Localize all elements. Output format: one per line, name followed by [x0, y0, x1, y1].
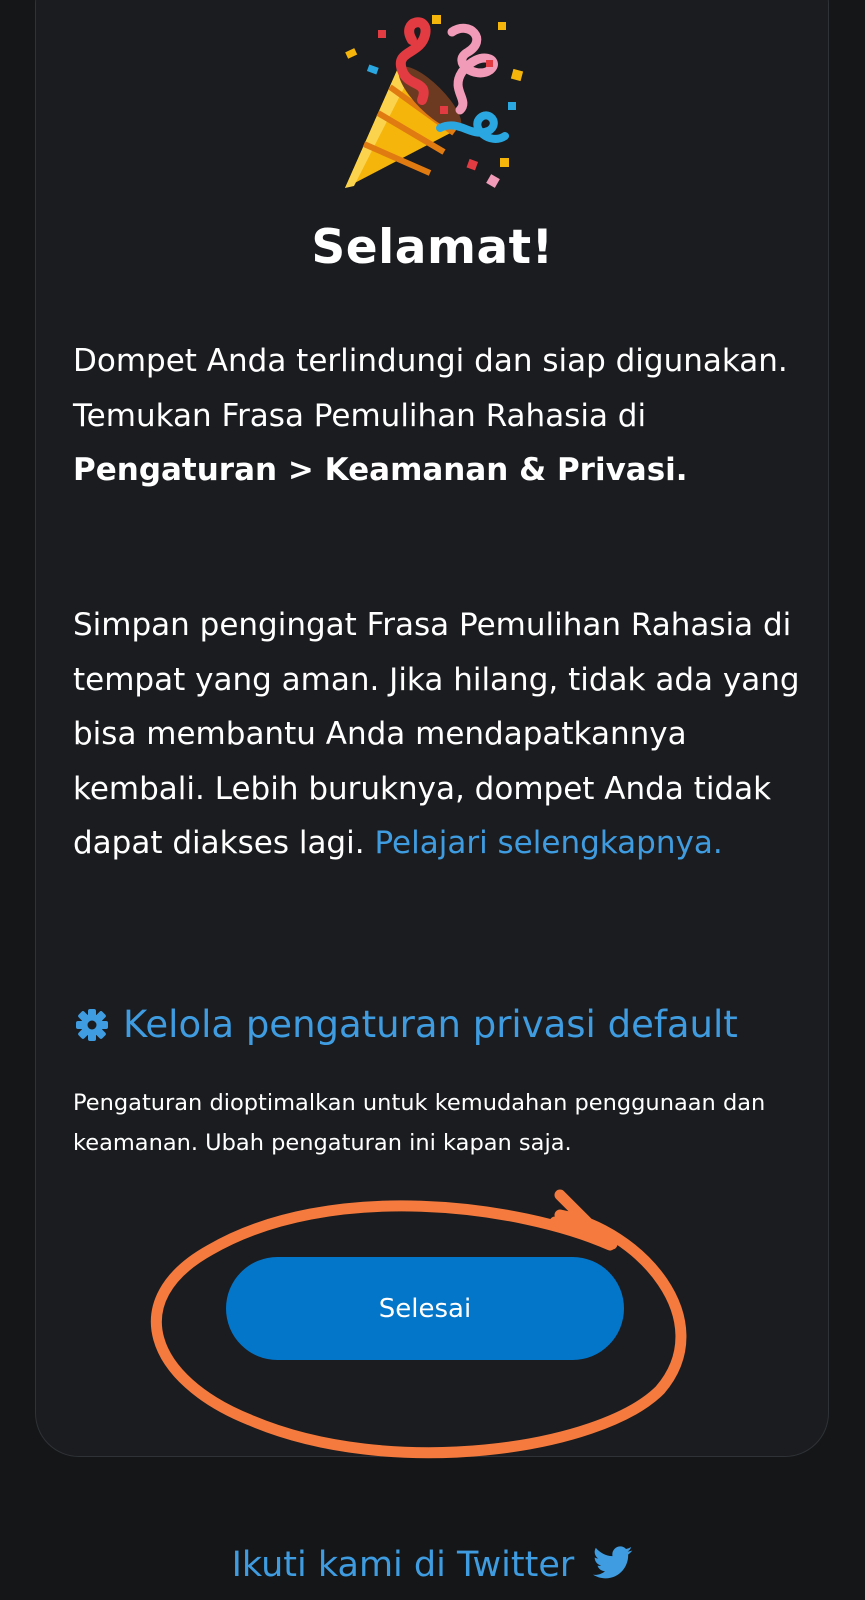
- manage-privacy-settings-link[interactable]: Kelola pengaturan privasi default: [75, 1000, 738, 1050]
- twitter-follow-label: Ikuti kami di Twitter: [231, 1545, 575, 1585]
- done-button[interactable]: Selesai: [226, 1257, 624, 1360]
- privacy-note: Pengaturan dioptimalkan untuk kemudahan …: [73, 1090, 766, 1156]
- twitter-bird-icon: [593, 1546, 633, 1579]
- page-title: Selamat!: [311, 220, 554, 275]
- manage-privacy-settings-label: Kelola pengaturan privasi default: [123, 1003, 738, 1046]
- wallet-ready-message: Dompet Anda terlindungi dan siap digunak…: [73, 334, 813, 498]
- reminder-text: Simpan pengingat Frasa Pemulihan Rahasia…: [73, 607, 800, 861]
- settings-path: Pengaturan > Keamanan & Privasi.: [73, 452, 688, 488]
- gear-icon: [76, 1009, 108, 1041]
- twitter-follow-link[interactable]: Ikuti kami di Twitter: [0, 1540, 865, 1590]
- party-popper-icon: [345, 15, 524, 188]
- reminder-message: Simpan pengingat Frasa Pemulihan Rahasia…: [73, 598, 813, 871]
- learn-more-link[interactable]: Pelajari selengkapnya.: [374, 825, 722, 861]
- wallet-ready-text: Dompet Anda terlindungi dan siap digunak…: [73, 343, 788, 434]
